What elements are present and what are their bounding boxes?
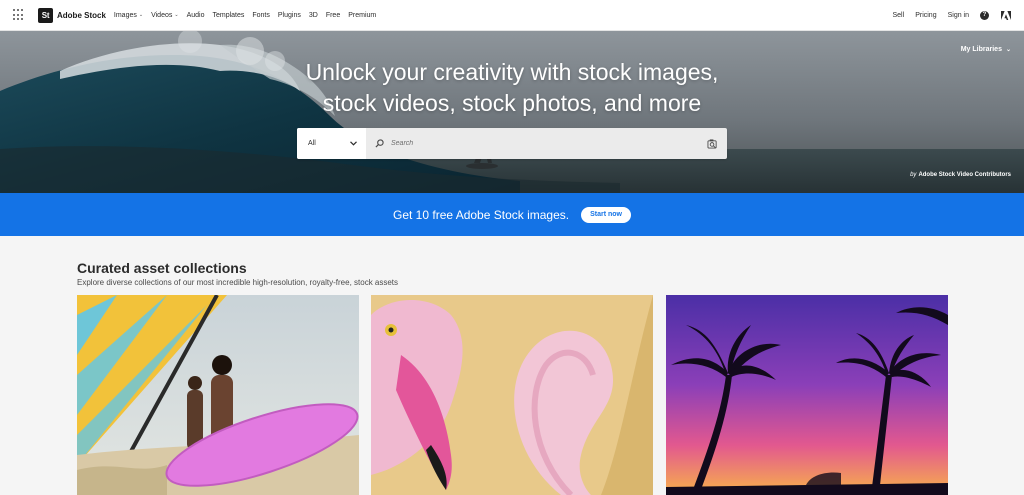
nav-item-fonts[interactable]: Fonts	[252, 12, 270, 19]
collection-card-palm-sunset[interactable]	[666, 295, 948, 495]
nav-item-templates[interactable]: Templates	[212, 12, 244, 19]
collection-card-flamingo[interactable]	[371, 295, 653, 495]
chevron-down-icon: ⌄	[1005, 47, 1011, 53]
hero-banner: Unlock your creativity with stock images…	[0, 31, 1024, 193]
hero-title-line-1: Unlock your creativity with stock images…	[305, 59, 719, 85]
start-now-button[interactable]: Start now	[581, 206, 631, 223]
search-field	[366, 128, 727, 159]
apps-grid-icon[interactable]	[13, 9, 25, 21]
adobe-logo-icon[interactable]	[1001, 10, 1011, 20]
section-subtitle: Explore diverse collections of our most …	[77, 278, 399, 287]
sell-link[interactable]: Sell	[893, 12, 905, 19]
nav-item-label: Images	[113, 11, 137, 19]
search-category-value: All	[308, 140, 316, 147]
chevron-down-icon: ⌄	[174, 12, 179, 18]
credit-by: by	[910, 172, 917, 178]
main-nav-links: Images ⌄ Videos ⌄ Audio Templates Fonts …	[114, 12, 384, 19]
search-icon	[375, 139, 384, 148]
hero-title-line-2: stock videos, stock photos, and more	[322, 90, 702, 116]
camera-search-icon[interactable]	[707, 138, 718, 149]
brand-name: Adobe Stock	[57, 10, 106, 20]
image-credit: by Adobe Stock Video Contributors	[910, 172, 1011, 178]
promo-banner: Get 10 free Adobe Stock images. Start no…	[0, 193, 1024, 236]
pricing-link[interactable]: Pricing	[915, 12, 936, 19]
curated-collections-section: Curated asset collections Explore divers…	[0, 236, 1024, 495]
my-libraries-label: My Libraries	[960, 46, 1002, 53]
nav-item-label: Videos	[151, 11, 173, 19]
adobe-stock-logo-icon: St	[38, 7, 53, 23]
brand-home-link[interactable]: St Adobe Stock	[38, 7, 106, 23]
help-icon[interactable]: ?	[980, 10, 989, 20]
collection-image-palm-sunset	[666, 295, 948, 495]
nav-item-3d[interactable]: 3D	[309, 12, 318, 19]
collection-image-flamingo	[371, 295, 653, 495]
nav-item-free[interactable]: Free	[326, 12, 340, 19]
nav-right-group: Sell Pricing Sign in ?	[893, 10, 1011, 20]
promo-text: Get 10 free Adobe Stock images.	[393, 207, 570, 222]
nav-item-videos[interactable]: Videos ⌄	[151, 12, 178, 19]
search-category-select[interactable]: All	[297, 128, 366, 159]
collection-image-surfers	[77, 295, 359, 495]
my-libraries-button[interactable]: My Libraries ⌄	[961, 46, 1011, 53]
sign-in-link[interactable]: Sign in	[948, 12, 969, 19]
chevron-down-icon	[350, 141, 357, 146]
nav-item-plugins[interactable]: Plugins	[278, 12, 301, 19]
nav-item-audio[interactable]: Audio	[187, 12, 205, 19]
nav-item-premium[interactable]: Premium	[348, 12, 376, 19]
section-title: Curated asset collections	[77, 260, 247, 276]
chevron-down-icon: ⌄	[138, 12, 144, 18]
hero-title: Unlock your creativity with stock images…	[0, 57, 1024, 119]
collection-card-surfers[interactable]	[77, 295, 359, 495]
search-bar: All	[297, 128, 727, 159]
search-input[interactable]	[391, 140, 707, 147]
top-navigation: St Adobe Stock Images ⌄ Videos ⌄ Audio T…	[0, 0, 1024, 31]
nav-item-images[interactable]: Images ⌄	[114, 12, 143, 19]
credit-name: Adobe Stock Video Contributors	[918, 172, 1011, 178]
